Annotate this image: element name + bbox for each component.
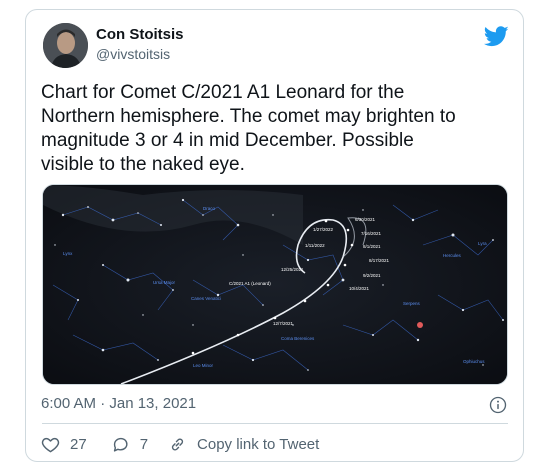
svg-text:Coma Berenices: Coma Berenices bbox=[281, 336, 315, 341]
speech-bubble-icon bbox=[113, 437, 128, 452]
like-count: 27 bbox=[70, 435, 87, 453]
reply-button[interactable]: 7 bbox=[111, 435, 148, 454]
svg-text:Lynx: Lynx bbox=[63, 251, 73, 256]
author-handle[interactable]: @vivstoitsis bbox=[96, 46, 170, 62]
path-date-label: 1/11/2022 bbox=[305, 243, 325, 248]
copy-link-label: Copy link to Tweet bbox=[197, 435, 320, 453]
star-chart-image: 6/30/2021 7/16/2021 8/1/2021 8/17/2021 9… bbox=[43, 185, 507, 384]
svg-text:Draco: Draco bbox=[203, 206, 216, 211]
path-date-label: 12/25/2021 bbox=[281, 267, 304, 272]
twitter-bird-icon[interactable] bbox=[484, 26, 509, 47]
tweet-actions: 27 7 Copy link to Tweet bbox=[41, 433, 319, 455]
path-date-label: 12/7/2021 bbox=[273, 321, 294, 326]
copy-link-button[interactable]: Copy link to Tweet bbox=[168, 435, 319, 454]
svg-text:Hercules: Hercules bbox=[443, 253, 462, 258]
svg-text:Canes Venatici: Canes Venatici bbox=[191, 296, 221, 301]
svg-text:Serpens: Serpens bbox=[403, 301, 421, 306]
path-date-label: 8/1/2021 bbox=[363, 244, 381, 249]
path-date-label: 7/16/2021 bbox=[361, 231, 382, 236]
path-date-label: 9/2/2021 bbox=[363, 273, 381, 278]
info-icon[interactable] bbox=[489, 396, 507, 414]
path-date-label: 1/27/2022 bbox=[313, 227, 334, 232]
profile-photo-icon bbox=[43, 23, 88, 68]
tweet-timestamp[interactable]: 6:00 AM · Jan 13, 2021 bbox=[41, 395, 196, 412]
heart-icon bbox=[41, 437, 60, 452]
divider bbox=[42, 423, 508, 424]
svg-text:Ursa Major: Ursa Major bbox=[153, 280, 176, 285]
svg-text:Ophiuchus: Ophiuchus bbox=[463, 359, 485, 364]
tweet-card: Con Stoitsis @vivstoitsis Chart for Come… bbox=[25, 9, 524, 462]
avatar[interactable] bbox=[43, 23, 88, 68]
tweet-media-star-chart[interactable]: 6/30/2021 7/16/2021 8/1/2021 8/17/2021 9… bbox=[42, 184, 508, 385]
like-button[interactable]: 27 bbox=[41, 435, 87, 454]
path-date-label: 8/17/2021 bbox=[369, 258, 390, 263]
comet-label: C/2021 A1 (Leonard) bbox=[229, 281, 271, 286]
path-date-label: 10/4/2021 bbox=[349, 286, 370, 291]
svg-text:Leo Minor: Leo Minor bbox=[193, 363, 214, 368]
tweet-text: Chart for Comet C/2021 A1 Leonard for th… bbox=[41, 82, 456, 175]
author-name[interactable]: Con Stoitsis bbox=[96, 26, 184, 43]
svg-text:Lyra: Lyra bbox=[478, 241, 487, 246]
path-date-label: 6/30/2021 bbox=[355, 217, 376, 222]
reply-count: 7 bbox=[139, 435, 149, 453]
link-icon bbox=[171, 438, 184, 450]
